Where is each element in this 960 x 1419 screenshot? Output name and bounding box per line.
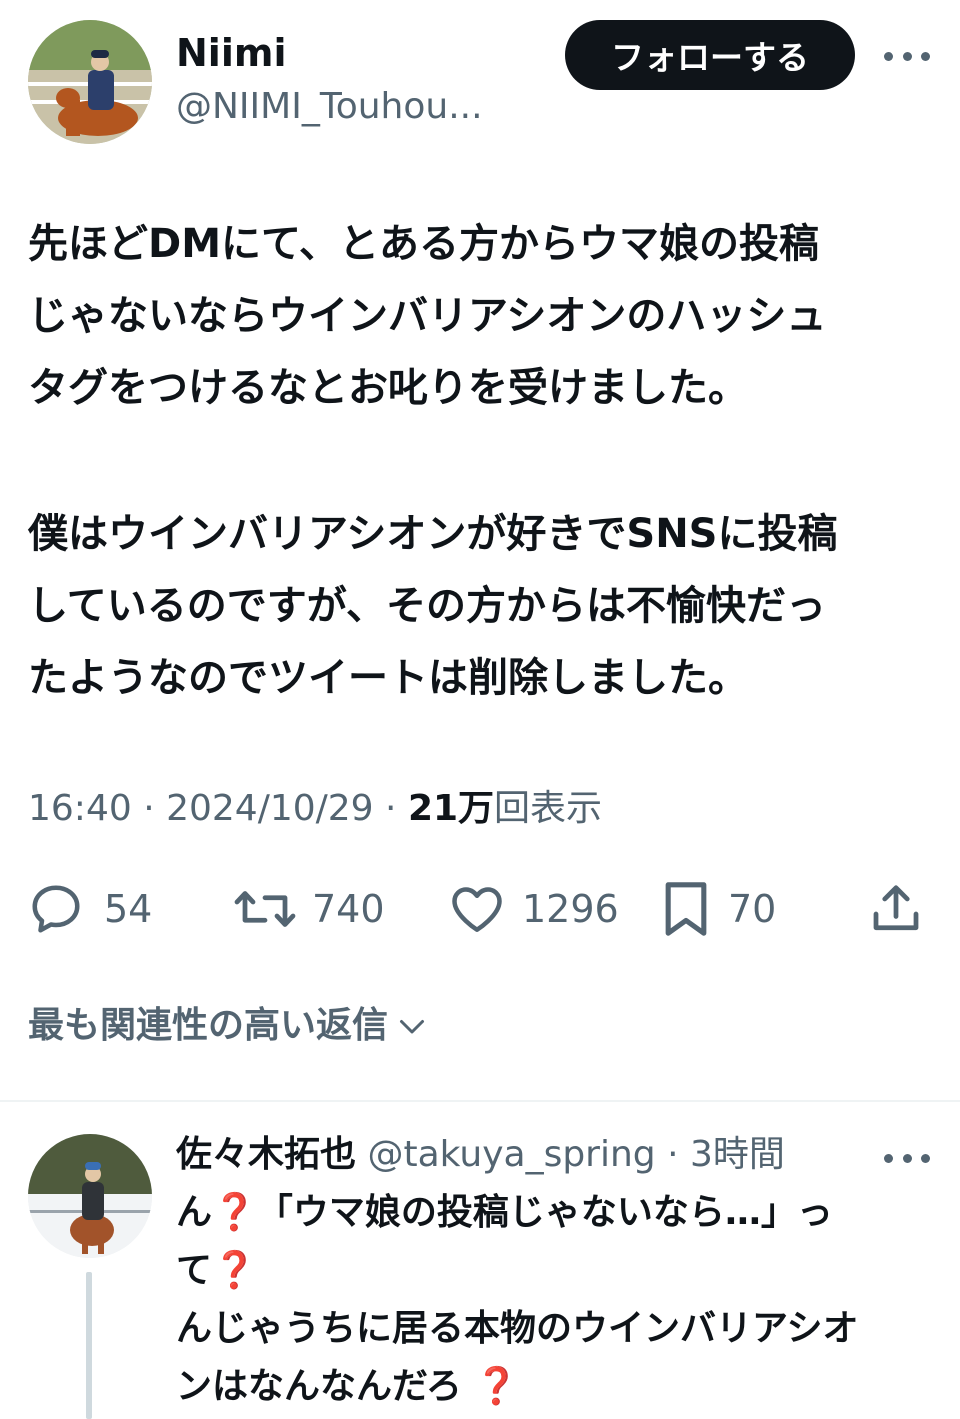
tweet-text: 先ほどDMにて、とある方からウマ娘の投稿 じゃないならウインバリアシオンのハッシ… xyxy=(28,208,948,714)
like-count: 1296 xyxy=(522,887,619,931)
replies-sort-dropdown[interactable]: 最も関連性の高い返信 xyxy=(28,1000,430,1052)
reply-line: ん❓「ウマ娘の投稿じゃないなら…」っ xyxy=(176,1184,936,1242)
author-display-name[interactable]: Niimi xyxy=(176,30,286,76)
chevron-down-icon xyxy=(400,1020,425,1034)
avatar-horse-rider-image xyxy=(28,1134,152,1258)
question-emoji: ❓ xyxy=(212,1192,257,1233)
reply-more-options-icon[interactable] xyxy=(884,1148,930,1168)
bookmark-action[interactable]: 70 xyxy=(658,872,776,946)
separator: · xyxy=(131,788,167,829)
tweet-date[interactable]: 2024/10/29 xyxy=(166,788,374,829)
reply-icon xyxy=(32,885,80,933)
reply-text: ん❓「ウマ娘の投稿じゃないなら…」っ て❓ んじゃうちに居る本物のウインバリアシ… xyxy=(176,1184,936,1416)
separator: · xyxy=(655,1134,690,1175)
dot xyxy=(884,1153,893,1163)
dot xyxy=(902,1153,912,1163)
more-options-icon[interactable] xyxy=(884,36,930,76)
avatar-horse-rider-image xyxy=(28,20,152,144)
view-count[interactable]: 21万 xyxy=(408,788,494,829)
reply-count: 54 xyxy=(104,887,153,931)
bookmark-count: 70 xyxy=(728,887,777,931)
author-handle[interactable]: @NIIMI_Touhou... xyxy=(176,84,483,130)
dot xyxy=(921,1153,930,1163)
share-icon xyxy=(873,885,919,931)
heart-icon xyxy=(452,887,502,932)
separator: · xyxy=(373,788,408,829)
retweet-action[interactable]: 740 xyxy=(232,872,385,946)
tweet-line: 僕はウインバリアシオンが好きでSNSに投稿 xyxy=(28,511,838,557)
tweet-line: タグをつけるなとお叱りを受けました。 xyxy=(28,365,748,411)
reply-display-name[interactable]: 佐々木拓也 xyxy=(176,1134,356,1175)
dot xyxy=(884,51,893,61)
reply-line: て❓ xyxy=(176,1242,936,1300)
reply-text-segment: ん xyxy=(176,1192,213,1233)
question-emoji: ❓ xyxy=(212,1250,257,1291)
reply-text-segment: て xyxy=(176,1250,213,1291)
retweet-count: 740 xyxy=(312,887,385,931)
tweet-meta: 16:40 · 2024/10/29 · 21万回表示 xyxy=(28,784,602,834)
tweet-time[interactable]: 16:40 xyxy=(28,788,132,829)
retweet-icon xyxy=(234,891,296,927)
tweet-line: たようなのでツイートは削除しました。 xyxy=(28,655,748,701)
dot xyxy=(921,51,930,61)
thread-line xyxy=(86,1272,92,1419)
reply-avatar[interactable] xyxy=(28,1134,152,1258)
like-action[interactable]: 1296 xyxy=(446,872,619,946)
view-count-label[interactable]: 回表示 xyxy=(494,788,602,829)
reply-time[interactable]: 3時間 xyxy=(690,1134,785,1175)
reply-action[interactable]: 54 xyxy=(26,872,152,946)
question-emoji: ❓ xyxy=(474,1366,520,1407)
reply-text-segment: ンはなんなんだろ xyxy=(176,1366,462,1407)
tweet-line: 先ほどDMにて、とある方からウマ娘の投稿 xyxy=(28,221,820,267)
dot xyxy=(902,51,912,61)
follow-button[interactable]: フォローする xyxy=(565,20,855,90)
divider xyxy=(0,1100,960,1102)
share-action[interactable] xyxy=(866,872,926,946)
reply-header: 佐々木拓也 @takuya_spring · 3時間 xyxy=(176,1130,785,1180)
reply-line: んじゃうちに居る本物のウインバリアシオ xyxy=(176,1308,859,1349)
tweet-line: しているのですが、その方からは不愉快だっ xyxy=(28,583,826,629)
reply-text-segment: 「ウマ娘の投稿じゃないなら…」っ xyxy=(256,1192,833,1233)
tweet-line: じゃないならウインバリアシオンのハッシュ xyxy=(28,293,827,339)
author-avatar[interactable] xyxy=(28,20,152,144)
reply-handle[interactable]: @takuya_spring xyxy=(367,1134,655,1175)
bookmark-icon xyxy=(665,882,707,936)
reply-line: ンはなんなんだろ ❓ xyxy=(176,1358,936,1416)
replies-sort-label: 最も関連性の高い返信 xyxy=(28,1005,389,1046)
